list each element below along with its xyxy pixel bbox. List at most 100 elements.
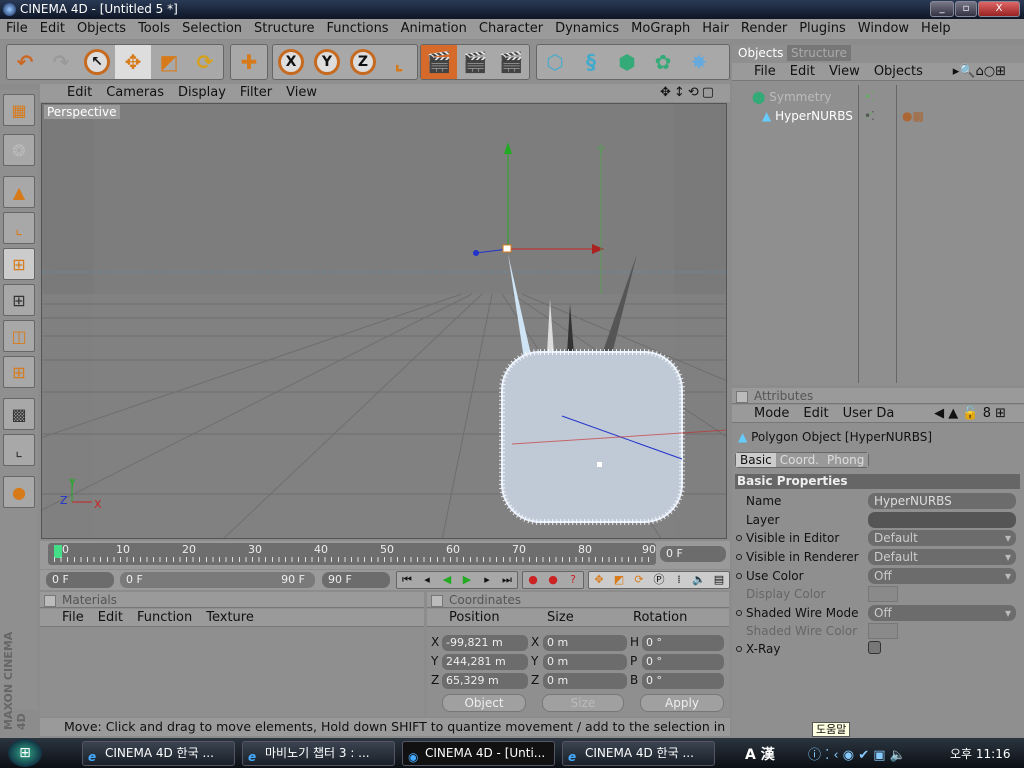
- checker-icon[interactable]: ▩: [3, 398, 35, 430]
- key-scale-icon[interactable]: ◩: [609, 572, 629, 588]
- attributes-menu-edit[interactable]: Edit: [803, 405, 836, 422]
- menu-window[interactable]: Window: [852, 19, 915, 39]
- tab-objects[interactable]: Objects: [734, 45, 788, 61]
- rot-h-field[interactable]: 0 °: [642, 635, 724, 651]
- pos-x-field[interactable]: -99,821 m: [442, 635, 528, 651]
- object-tool-icon[interactable]: ▲: [3, 176, 35, 208]
- start-button[interactable]: ⊞: [8, 739, 42, 767]
- viewport-menu-filter[interactable]: Filter: [233, 84, 279, 102]
- deformer-icon[interactable]: ✸: [681, 45, 717, 79]
- clock[interactable]: 오후 11:16: [950, 745, 1010, 762]
- pos-z-field[interactable]: 65,329 m: [442, 673, 528, 689]
- tray-icons[interactable]: ⓘ ⁚ ‹ ◉ ✔ ▣ 🔈: [808, 744, 906, 763]
- maximize-button[interactable]: ▫: [955, 1, 977, 17]
- minimize-button[interactable]: _: [930, 1, 954, 17]
- perspective-viewport[interactable]: Y Y X Z Perspective: [41, 103, 727, 539]
- array-icon[interactable]: ✿: [645, 45, 681, 79]
- cube-primitive-icon[interactable]: ⬡: [537, 45, 573, 79]
- coordinate-mode-dropdown[interactable]: Object: [442, 694, 526, 712]
- tab-coord[interactable]: Coord.: [775, 453, 823, 467]
- tab-phong[interactable]: Phong: [823, 453, 869, 467]
- menu-edit[interactable]: Edit: [34, 19, 71, 39]
- render-view-icon[interactable]: 🎬: [421, 45, 457, 79]
- materials-menu-file[interactable]: File: [62, 609, 92, 626]
- redo-icon[interactable]: ↷: [43, 45, 79, 79]
- menu-plugins[interactable]: Plugins: [793, 19, 852, 39]
- taskbar-item[interactable]: e CINEMA 4D 한국 ...: [82, 741, 235, 766]
- menu-selection[interactable]: Selection: [176, 19, 248, 39]
- render-picture-viewer-icon[interactable]: 🎬: [457, 45, 493, 79]
- z-axis-lock-button[interactable]: Z: [345, 45, 381, 79]
- x-axis-lock-button[interactable]: X: [273, 45, 309, 79]
- object-item-symmetry[interactable]: ⬤ Symmetry •⁚✓: [752, 88, 875, 122]
- visible-in-renderer-dropdown[interactable]: Default: [868, 549, 1016, 565]
- materials-menu-edit[interactable]: Edit: [98, 609, 131, 626]
- shaded-wire-mode-dropdown[interactable]: Off: [868, 605, 1016, 621]
- rot-b-field[interactable]: 0 °: [642, 673, 724, 689]
- pos-y-field[interactable]: 244,281 m: [442, 654, 528, 670]
- object-item-hypernurbs[interactable]: ▲ HyperNURBS •⁚ ●▩: [762, 107, 924, 125]
- viewport-menu-cameras[interactable]: Cameras: [99, 84, 171, 102]
- sound-icon[interactable]: 🔈: [689, 572, 709, 588]
- viewport-nav-icons[interactable]: ✥↕⟲▢: [653, 84, 724, 102]
- objects-menu-view[interactable]: View: [829, 63, 868, 80]
- size-z-field[interactable]: 0 m: [543, 673, 627, 689]
- frame-range-slider[interactable]: 0 F 90 F: [120, 572, 315, 588]
- visibility-toggles[interactable]: •⁚: [864, 107, 875, 125]
- menu-render[interactable]: Render: [735, 19, 793, 39]
- play-backwards-icon[interactable]: ◀: [437, 572, 457, 588]
- spline-icon[interactable]: §: [573, 45, 609, 79]
- key-rotation-icon[interactable]: ⟳: [629, 572, 649, 588]
- move-tool-icon[interactable]: ✥: [115, 45, 151, 79]
- autokey-icon[interactable]: ●: [543, 572, 563, 588]
- visible-in-editor-dropdown[interactable]: Default: [868, 530, 1016, 546]
- apply-button[interactable]: Apply: [640, 694, 724, 712]
- tab-structure[interactable]: Structure: [787, 45, 851, 61]
- viewport-menu-edit[interactable]: Edit: [60, 84, 99, 102]
- taskbar-item[interactable]: e CINEMA 4D 한국 ...: [562, 741, 715, 766]
- objects-menu-file[interactable]: File: [754, 63, 784, 80]
- viewport-menu-display[interactable]: Display: [171, 84, 233, 102]
- display-color-swatch[interactable]: [868, 586, 898, 602]
- menu-dynamics[interactable]: Dynamics: [549, 19, 625, 39]
- rotate-tool-icon[interactable]: ⟳: [187, 45, 223, 79]
- attributes-menu-user-data[interactable]: User Da: [843, 405, 903, 422]
- points-tool-icon[interactable]: ⊞: [3, 248, 35, 280]
- viewport-menu-view[interactable]: View: [279, 84, 324, 102]
- go-to-end-icon[interactable]: ⏭: [497, 572, 517, 588]
- tab-basic[interactable]: Basic: [736, 453, 776, 467]
- materials-menu-texture[interactable]: Texture: [206, 609, 262, 626]
- tag-icons[interactable]: ●▩: [902, 107, 924, 125]
- timeline-slider[interactable]: 0 10 20 30 40 50 60 70 80 90: [48, 543, 656, 565]
- hypernurbs-icon[interactable]: ⬢: [609, 45, 645, 79]
- menu-animation[interactable]: Animation: [395, 19, 473, 39]
- attributes-nav-icons[interactable]: ◀ ▲ 🔓 8 ⊞: [934, 405, 1014, 423]
- xray-checkbox[interactable]: [868, 641, 881, 654]
- start-frame-field[interactable]: 0 F: [46, 572, 114, 588]
- name-input[interactable]: HyperNURBS: [868, 493, 1016, 509]
- use-color-dropdown[interactable]: Off: [868, 568, 1016, 584]
- sculpt-icon[interactable]: ●: [3, 476, 35, 508]
- world-axis-icon[interactable]: ✚: [231, 45, 267, 79]
- menu-tools[interactable]: Tools: [132, 19, 176, 39]
- scale-tool-icon[interactable]: ◩: [151, 45, 187, 79]
- objects-toolbar-icons[interactable]: ▸🔍⌂○⊞: [953, 63, 1014, 81]
- select-tool-icon[interactable]: ↖: [79, 45, 115, 79]
- polygons-tool-icon[interactable]: ◫: [3, 320, 35, 352]
- key-parameter-icon[interactable]: Ⓟ: [649, 572, 669, 588]
- undo-icon[interactable]: ↶: [7, 45, 43, 79]
- menu-help[interactable]: Help: [915, 19, 957, 39]
- y-axis-lock-button[interactable]: Y: [309, 45, 345, 79]
- menu-character[interactable]: Character: [473, 19, 549, 39]
- key-position-icon[interactable]: ✥: [589, 572, 609, 588]
- coordinate-system-icon[interactable]: ⌞: [381, 45, 417, 79]
- record-icon[interactable]: ●: [523, 572, 543, 588]
- menu-hair[interactable]: Hair: [696, 19, 735, 39]
- keyframe-selection-icon[interactable]: ?: [563, 572, 583, 588]
- taskbar-item[interactable]: e 마비노기 챕터 3 : ...: [242, 741, 395, 766]
- menu-objects[interactable]: Objects: [71, 19, 132, 39]
- previous-frame-icon[interactable]: ◂: [417, 572, 437, 588]
- close-button[interactable]: X: [978, 1, 1020, 17]
- end-frame-field[interactable]: 90 F: [322, 572, 390, 588]
- menu-functions[interactable]: Functions: [321, 19, 395, 39]
